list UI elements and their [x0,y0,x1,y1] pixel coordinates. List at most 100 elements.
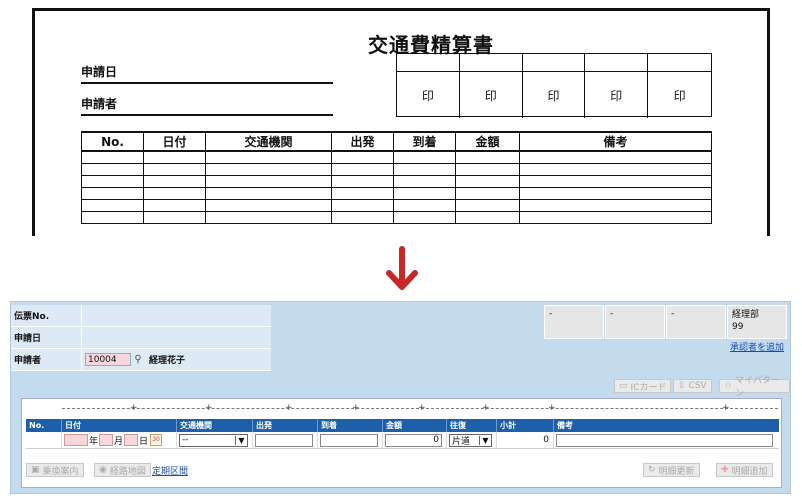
applicant-label: 申請者 [11,349,81,371]
stamp-header-cell [522,54,586,72]
ic-card-label: ICカード [630,382,667,393]
paper-row [81,162,712,176]
paper-col-date: 日付 [143,131,206,152]
paper-underline [81,114,333,116]
route-map-button[interactable]: ◉ 経路地図 [94,463,151,477]
stamp-cell: 印 [460,72,523,118]
row-amount-cell: 0 [383,432,447,448]
month-label: 月 [114,436,124,447]
apply-date-row: 申請日 [11,327,271,349]
import-icon: ⇩ [678,381,686,391]
paper-col-depart: 出発 [331,131,394,152]
stamp-cell: 印 [673,88,686,103]
row-trip-cell: 片道 ▼ [447,432,497,448]
slip-no-row: 伝票No. [11,305,271,327]
slip-no-label: 伝票No. [11,305,81,327]
row-no-cell [26,432,62,448]
paper-applicant-label: 申請者 [81,97,118,111]
add-approver-link[interactable]: 承認者を追加 [730,340,784,353]
paper-form: 交通費精算書 申請日 申請者 印 印 印 印 印 No. 日付 交通機関 出発 … [32,8,770,236]
commuter-section-link[interactable]: 定期区間 [152,464,188,477]
transport-select[interactable]: -- ▼ [179,433,248,447]
row-remarks-cell [554,432,779,448]
trip-select[interactable]: 片道 ▼ [449,433,492,447]
col-date: 日付 [62,419,177,432]
remarks-input[interactable] [556,433,773,447]
add-detail-button[interactable]: ✚ 明細追加 [716,463,773,477]
card-icon: ▭ [619,381,628,391]
expense-form-ui: 伝票No. 申請日 申請者 10004 ⚲ 経理花子 - - - 経理部 99 … [10,301,791,494]
paper-row [81,174,712,188]
update-detail-label: 明細更新 [658,466,695,477]
year-input[interactable] [64,434,88,446]
col-transport: 交通機関 [177,419,253,432]
detail-row: 年 月 日 30 -- ▼ 0 片道 ▼ 0 [26,432,779,449]
month-input[interactable] [99,434,114,446]
transport-value: -- [182,435,189,445]
slip-no-value [81,305,271,327]
stamp-header-cell [585,54,649,72]
stamp-cell: 印 [397,72,460,118]
row-depart-cell [253,432,318,448]
applicant-value: 10004 ⚲ 経理花子 [81,349,271,371]
plus-icon: + [548,403,556,413]
plus-icon: + [130,403,138,413]
my-pattern-button[interactable]: ☆ マイパターン [719,376,790,399]
stamp-cell: 印 [585,72,649,118]
stamp-cell: 印 [523,72,586,118]
csv-button[interactable]: ⇩ CSV [673,379,712,393]
paper-underline [81,82,333,84]
calendar-icon[interactable]: 30 [150,434,163,446]
col-arrive: 到着 [318,419,383,432]
stamp-grid: 印 印 印 印 印 [396,53,712,118]
plus-icon: + [482,403,490,413]
amount-input[interactable]: 0 [385,433,442,447]
map-pin-icon: ◉ [99,465,107,475]
detail-table-header: No. 日付 交通機関 出発 到着 金額 往復 小計 備考 [26,419,779,432]
approver-slot: - [544,305,604,339]
approver-dept: 経理部 [732,310,760,320]
arrive-input[interactable] [320,433,378,447]
paper-col-no: No. [81,131,144,152]
plus-icon: + [722,403,730,413]
paper-col-amount: 金額 [455,131,520,152]
apply-date-value [81,327,271,349]
col-subtotal: 小計 [497,419,554,432]
add-detail-label: 明細追加 [731,466,768,477]
apply-date-label: 申請日 [11,327,81,349]
paper-row [81,198,712,212]
applicant-row: 申請者 10004 ⚲ 経理花子 [11,349,271,371]
year-label: 年 [89,436,99,447]
row-subtotal-cell: 0 [497,432,554,448]
col-remarks: 備考 [557,421,573,430]
subtotal-value: 0 [543,435,549,445]
paper-col-transport: 交通機関 [205,131,332,152]
applicant-name: 経理花子 [149,356,186,366]
detail-panel: + + + + + + + + No. 日付 交通機関 出発 到着 金額 往復 … [21,398,782,488]
col-trip: 往復 [447,419,497,432]
refresh-icon: ↻ [648,465,656,475]
approver-slot: - [605,305,665,339]
stamp-header-cell [459,54,523,72]
plus-icon: + [205,403,213,413]
trip-value: 片道 [452,436,471,447]
row-arrive-cell [318,432,383,448]
search-icon[interactable]: ⚲ [131,354,145,365]
plus-icon: ✚ [721,465,729,475]
row-transport-cell: -- ▼ [177,432,253,448]
route-map-label: 経路地図 [109,466,146,477]
transfer-guide-button[interactable]: ▣ 乗換案内 [26,463,84,477]
down-arrow-icon [386,246,418,290]
approver-slot-dept: 経理部 99 [727,305,787,339]
plus-icon: + [285,403,293,413]
transfer-guide-label: 乗換案内 [42,466,79,477]
paper-row [81,210,712,224]
depart-input[interactable] [255,433,313,447]
ic-card-button[interactable]: ▭ ICカード [614,379,672,393]
approver-slot: - [666,305,726,339]
day-label: 日 [139,436,149,447]
day-input[interactable] [124,434,139,446]
approver-id: 99 [732,322,744,332]
update-detail-button[interactable]: ↻ 明細更新 [643,463,700,477]
applicant-id-input[interactable]: 10004 [85,353,131,366]
